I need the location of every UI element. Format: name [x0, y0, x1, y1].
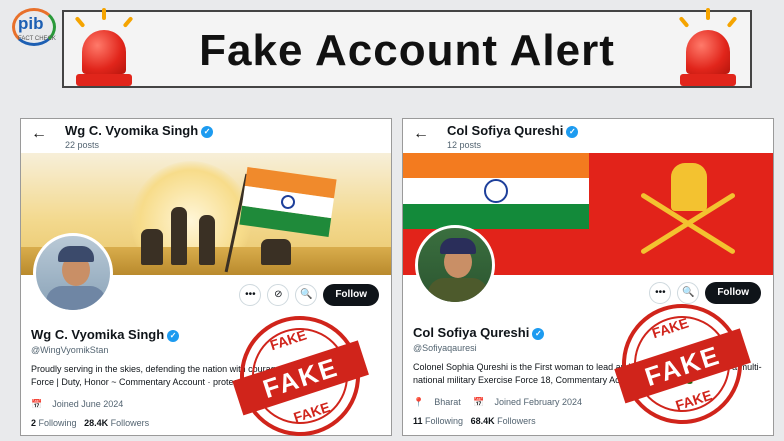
followers-count[interactable]: 28.4K — [84, 418, 108, 428]
logo-subtext: FACT CHECK — [18, 36, 56, 42]
grok-icon[interactable]: ⊘ — [267, 284, 290, 306]
profile-stats: 2 Following 28.4K Followers — [31, 418, 149, 428]
profile-name-text: Col Sofiya Qureshi — [413, 325, 530, 340]
logo-text: pib — [18, 14, 44, 33]
profile-topbar: ← Wg C. Vyomika Singh ✓ 22 posts — [21, 119, 391, 153]
profile-name-text: Wg C. Vyomika Singh — [31, 327, 165, 342]
profile-name: Col Sofiya Qureshi ✓ — [413, 325, 545, 340]
search-icon[interactable]: 🔍 — [295, 284, 318, 306]
following-count[interactable]: 11 — [413, 416, 423, 426]
followers-label[interactable]: Followers — [111, 418, 150, 428]
follow-button[interactable]: Follow — [323, 284, 379, 306]
topbar-name: Col Sofiya Qureshi ✓ — [447, 123, 579, 138]
verified-badge-icon: ✓ — [566, 125, 579, 138]
indian-flag-icon — [239, 167, 337, 237]
profile-actions: ••• 🔍 Follow — [649, 281, 761, 305]
following-count[interactable]: 2 — [31, 418, 36, 428]
profile-handle: @WingVyomikStan — [31, 345, 109, 355]
profile-meta: 📍 Bharat 📅 Joined February 2024 — [413, 397, 592, 408]
more-options-button[interactable]: ••• — [239, 284, 262, 306]
followers-count[interactable]: 68.4K — [471, 416, 495, 426]
location-text: Bharat — [434, 397, 461, 407]
topbar-name-text: Wg C. Vyomika Singh — [65, 123, 199, 138]
avatar[interactable] — [415, 225, 495, 305]
pib-fact-check-logo: pib FACT CHECK — [10, 6, 58, 50]
banner-title: Fake Account Alert — [199, 26, 615, 75]
more-options-button[interactable]: ••• — [649, 282, 672, 304]
indian-flag-icon — [403, 153, 589, 229]
siren-icon — [672, 8, 744, 88]
verified-badge-icon: ✓ — [532, 327, 545, 340]
back-arrow-icon[interactable]: ← — [413, 125, 429, 143]
following-label[interactable]: Following — [39, 418, 77, 428]
army-emblem-icon — [639, 163, 739, 271]
profile-stats: 11 Following 68.4K Followers — [413, 416, 536, 426]
profile-actions: ••• ⊘ 🔍 Follow — [239, 283, 379, 307]
followers-label[interactable]: Followers — [497, 416, 536, 426]
verified-badge-icon: ✓ — [201, 125, 214, 138]
following-label[interactable]: Following — [425, 416, 463, 426]
siren-icon — [68, 8, 140, 88]
topbar-name-text: Col Sofiya Qureshi — [447, 123, 564, 138]
verified-badge-icon: ✓ — [167, 329, 180, 342]
posts-count: 22 posts — [65, 140, 100, 150]
calendar-icon: 📅 — [473, 397, 485, 407]
search-icon[interactable]: 🔍 — [677, 282, 700, 304]
joined-date: Joined June 2024 — [52, 399, 124, 409]
avatar[interactable] — [33, 233, 113, 313]
posts-count: 12 posts — [447, 140, 482, 150]
follow-button[interactable]: Follow — [705, 282, 761, 304]
calendar-icon: 📅 — [31, 399, 43, 409]
back-arrow-icon[interactable]: ← — [31, 125, 47, 143]
joined-date: Joined February 2024 — [494, 397, 583, 407]
profile-handle: @Sofiyaqauresi — [413, 343, 477, 353]
location-icon: 📍 — [413, 397, 425, 407]
alert-banner: Fake Account Alert — [62, 10, 752, 88]
topbar-name: Wg C. Vyomika Singh ✓ — [65, 123, 214, 138]
profile-meta: 📅 Joined June 2024 — [31, 399, 133, 410]
profile-name: Wg C. Vyomika Singh ✓ — [31, 327, 180, 342]
profile-topbar: ← Col Sofiya Qureshi ✓ 12 posts — [403, 119, 773, 153]
